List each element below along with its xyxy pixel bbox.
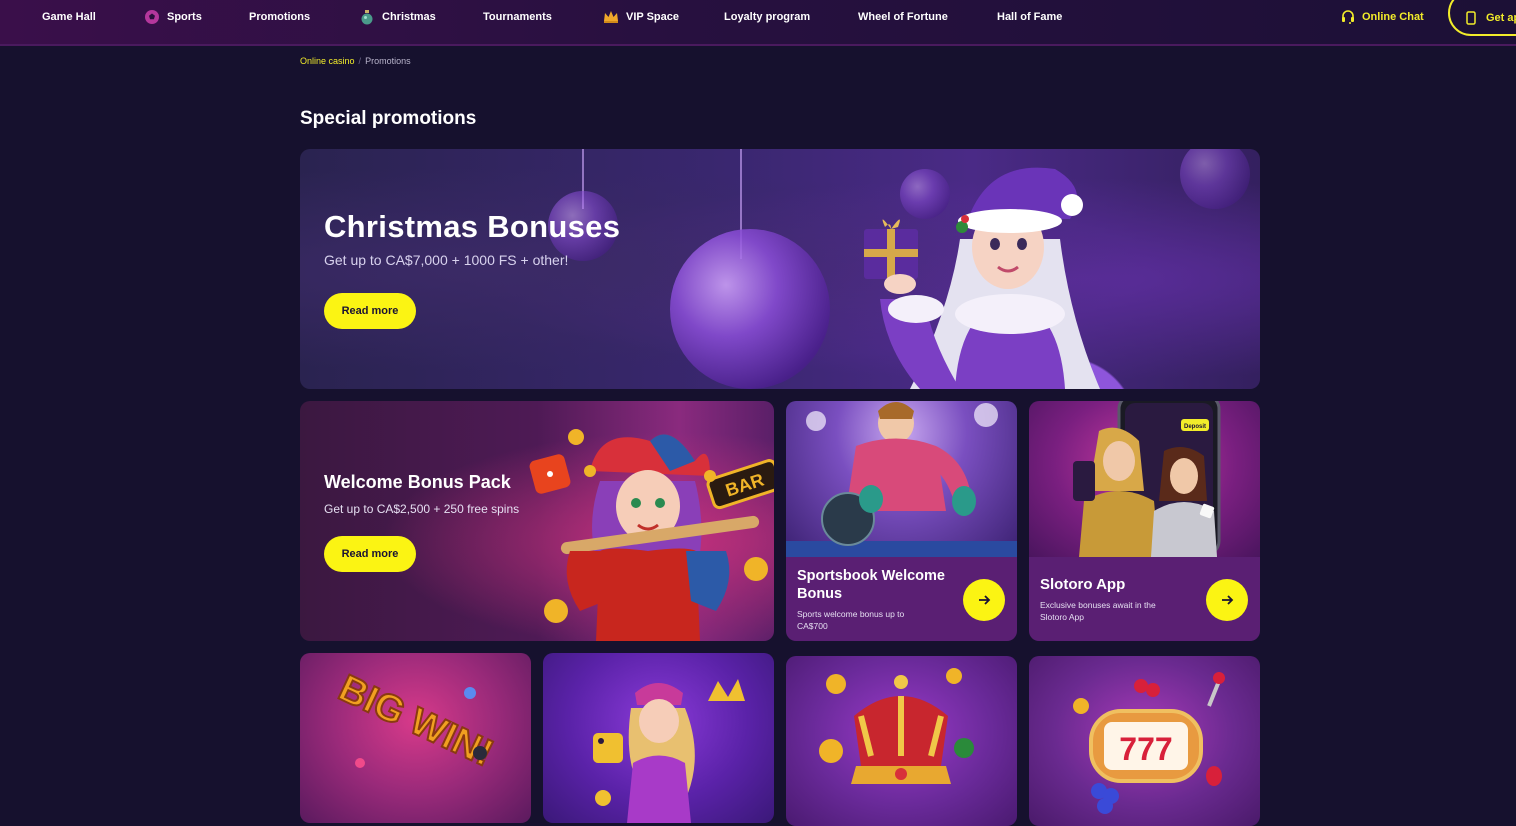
nav-label: Loyalty program	[724, 11, 811, 23]
nav-item-sports[interactable]: Sports	[144, 0, 202, 34]
sports-girl-promo-card[interactable]	[543, 653, 774, 823]
nav-item-christmas[interactable]: Christmas	[359, 0, 436, 34]
nav-label: Wheel of Fortune	[858, 11, 948, 23]
nav-item-game-hall[interactable]: Game Hall	[42, 0, 96, 34]
christmas-bonuses-title: Christmas Bonuses	[324, 209, 621, 244]
slotoro-app-title: Slotoro App	[1040, 576, 1126, 593]
goalkeeper-illustration	[786, 402, 1017, 557]
slotoro-app-subtitle: Exclusive bonuses await in the Slotoro A…	[1040, 600, 1156, 622]
top-navigation: Game Hall Sports Promotions Christmas To…	[0, 0, 1516, 46]
crown-illustration	[819, 668, 974, 784]
get-app-label: Get app	[1486, 12, 1516, 24]
christmas-ornament-image	[670, 229, 830, 389]
breadcrumb: Online casino / Promotions	[300, 56, 411, 66]
nav-item-promotions[interactable]: Promotions	[249, 0, 310, 34]
breadcrumb-online-casino[interactable]: Online casino	[300, 56, 355, 66]
nav-label: Tournaments	[483, 11, 552, 23]
phone-deposit-text: Deposit	[1184, 424, 1206, 430]
slotoro-app-arrow-button[interactable]	[1206, 579, 1248, 621]
sportsbook-subtitle: Sports welcome bonus up to CA$700	[797, 609, 905, 631]
slot-machine-promo-card[interactable]: 777	[1029, 656, 1260, 826]
crown-icon	[604, 11, 618, 23]
nav-label: VIP Space	[626, 11, 679, 23]
nav-label: Sports	[167, 11, 202, 23]
christmas-ornament-icon	[361, 10, 373, 25]
nav-label: Christmas	[382, 11, 436, 23]
app-promo-illustration: Deposit	[1073, 401, 1221, 557]
slot-digits-text: 777	[1119, 731, 1172, 767]
phone-icon	[1466, 11, 1476, 25]
big-win-promo-card[interactable]: BIG WIN!	[300, 653, 531, 823]
nav-label: Promotions	[249, 11, 311, 23]
jester-girl-illustration: BAR	[529, 429, 774, 641]
santa-girl-illustration	[864, 167, 1100, 389]
nav-item-hall-of-fame[interactable]: Hall of Fame	[997, 0, 1062, 34]
welcome-bonus-title: Welcome Bonus Pack	[324, 472, 511, 492]
christmas-bonuses-subtitle: Get up to CA$7,000 + 1000 FS + other!	[324, 252, 569, 268]
sportsbook-title: Sportsbook Welcome Bonus	[797, 568, 945, 602]
slotoro-app-footer: Slotoro App Exclusive bonuses await in t…	[1029, 557, 1260, 641]
breadcrumb-current: Promotions	[365, 56, 411, 66]
nav-item-tournaments[interactable]: Tournaments	[483, 0, 552, 34]
nav-item-vip-space[interactable]: VIP Space	[603, 0, 679, 34]
arrow-right-icon	[1222, 595, 1234, 605]
soccer-ball-icon	[145, 10, 159, 24]
nav-label: Hall of Fame	[997, 11, 1063, 23]
sportsbook-welcome-bonus-card[interactable]: Sportsbook Welcome Bonus Sports welcome …	[786, 401, 1017, 641]
online-chat-label: Online Chat	[1362, 11, 1424, 23]
sportsbook-footer: Sportsbook Welcome Bonus Sports welcome …	[786, 557, 1017, 641]
crown-promo-card[interactable]	[786, 656, 1017, 826]
big-win-illustration: BIG WIN!	[331, 666, 500, 776]
nav-label: Game Hall	[42, 11, 96, 23]
online-chat-link[interactable]: Online Chat	[1340, 0, 1424, 34]
welcome-bonus-subtitle: Get up to CA$2,500 + 250 free spins	[324, 502, 520, 516]
nav-item-loyalty-program[interactable]: Loyalty program	[724, 0, 810, 34]
tennis-girl-illustration	[593, 679, 745, 823]
slot-machine-illustration: 777	[1073, 672, 1225, 814]
sportsbook-arrow-button[interactable]	[963, 579, 1005, 621]
welcome-read-more-button[interactable]: Read more	[324, 536, 416, 572]
get-app-button[interactable]: Get app	[1448, 0, 1516, 36]
christmas-bonuses-banner[interactable]: Christmas Bonuses Get up to CA$7,000 + 1…	[300, 149, 1260, 389]
breadcrumb-separator: /	[358, 56, 362, 66]
christmas-read-more-button[interactable]: Read more	[324, 293, 416, 329]
welcome-bonus-pack-card[interactable]: BAR Welcome Bonus Pack Get up to CA$2,50…	[300, 401, 774, 641]
page-title: Special promotions	[300, 108, 477, 129]
nav-item-wheel-of-fortune[interactable]: Wheel of Fortune	[858, 0, 948, 34]
arrow-right-icon	[979, 595, 991, 605]
slotoro-app-image: Deposit	[1029, 401, 1260, 557]
sportsbook-image	[786, 401, 1017, 557]
slotoro-app-card[interactable]: Deposit Slotoro App Exclusive bonuses aw…	[1029, 401, 1260, 641]
headset-icon	[1342, 10, 1354, 24]
